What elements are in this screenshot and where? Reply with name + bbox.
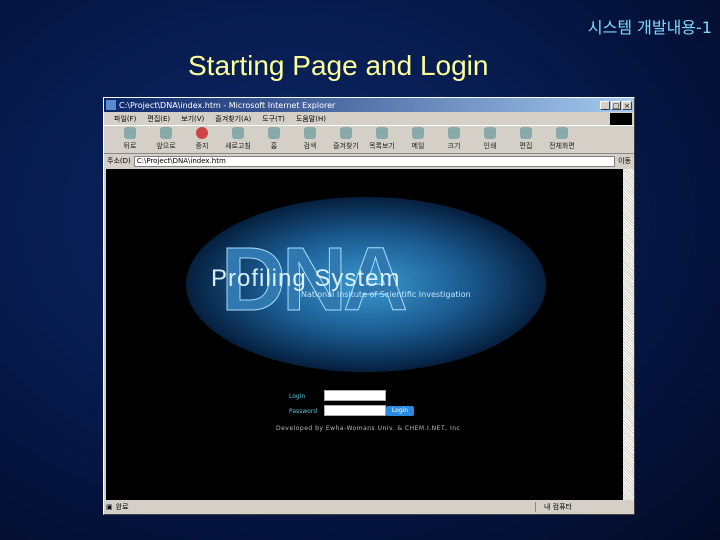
print-icon [484,127,496,139]
institute-name: National Insitute of Scientific Investig… [301,290,471,299]
home-icon [268,127,280,139]
credit-text: Developed by Ewha-Womans Univ. & CHEM.I.… [276,425,461,432]
mail-button[interactable]: 메일 [400,127,436,151]
address-bar: 주소(D) C:\Project\DNA\index.htm 이동 [104,154,634,168]
status-bar: ▣ 완료 내 컴퓨터 [106,500,632,513]
password-label: Password [289,408,318,415]
status-text: 완료 [115,502,129,511]
vertical-scrollbar[interactable] [623,169,634,500]
size-button[interactable]: 크기 [436,127,472,151]
refresh-icon [232,127,244,139]
history-icon [376,127,388,139]
menu-favorites[interactable]: 즐겨찾기(A) [215,114,251,124]
history-button[interactable]: 목록보기 [364,127,400,151]
page-content: DNA Profiling System National Insitute o… [106,169,623,500]
window-title: C:\Project\DNA\index.htm - Microsoft Int… [119,100,336,110]
menu-tools[interactable]: 도구(T) [262,114,285,124]
menu-edit[interactable]: 편집(E) [147,114,170,124]
browser-window: C:\Project\DNA\index.htm - Microsoft Int… [103,97,635,515]
refresh-button[interactable]: 새로고침 [220,127,256,151]
password-input[interactable] [324,405,386,416]
fullscreen-icon [556,127,568,139]
address-label: 주소(D) [107,157,131,165]
favorites-button[interactable]: 즐겨찾기 [328,127,364,151]
menu-bar: 파일(F) 편집(E) 보기(V) 즐겨찾기(A) 도구(T) 도움말(H) [104,112,634,126]
menu-file[interactable]: 파일(F) [114,114,136,124]
close-button[interactable]: × [622,100,632,110]
fullscreen-button[interactable]: 전체화면 [544,127,580,151]
title-bar: C:\Project\DNA\index.htm - Microsoft Int… [104,98,634,112]
login-button[interactable]: Login [386,406,414,416]
windows-logo-icon [610,113,632,125]
login-label: Login [289,393,306,400]
menu-help[interactable]: 도움말(H) [296,114,326,124]
app-name: Profiling System [211,265,401,292]
back-icon [124,127,136,139]
address-input[interactable]: C:\Project\DNA\index.htm [133,155,616,167]
zone-text: 내 컴퓨터 [535,501,572,512]
forward-button[interactable]: 앞으로 [148,127,184,151]
page-done-icon: ▣ [106,502,113,511]
slide-title: 시스템 개발내용-1 [587,18,712,37]
font-size-icon [448,127,460,139]
forward-icon [160,127,172,139]
edit-button[interactable]: 편집 [508,127,544,151]
print-button[interactable]: 인쇄 [472,127,508,151]
edit-icon [520,127,532,139]
stop-icon [196,127,208,139]
slide-heading: Starting Page and Login [188,50,489,81]
back-button[interactable]: 뒤로 [112,127,148,151]
login-input[interactable] [324,390,386,401]
favorites-icon [340,127,352,139]
mail-icon [412,127,424,139]
home-button[interactable]: 홈 [256,127,292,151]
minimize-button[interactable]: _ [600,100,610,110]
toolbar: 뒤로 앞으로 중지 새로고침 홈 검색 즐겨찾기 목록보기 메일 크기 인쇄 편… [104,126,634,154]
ie-icon [106,100,116,110]
menu-view[interactable]: 보기(V) [181,114,204,124]
search-button[interactable]: 검색 [292,127,328,151]
maximize-button[interactable]: □ [611,100,621,110]
go-button[interactable]: 이동 [618,156,631,166]
search-icon [304,127,316,139]
stop-button[interactable]: 중지 [184,127,220,151]
